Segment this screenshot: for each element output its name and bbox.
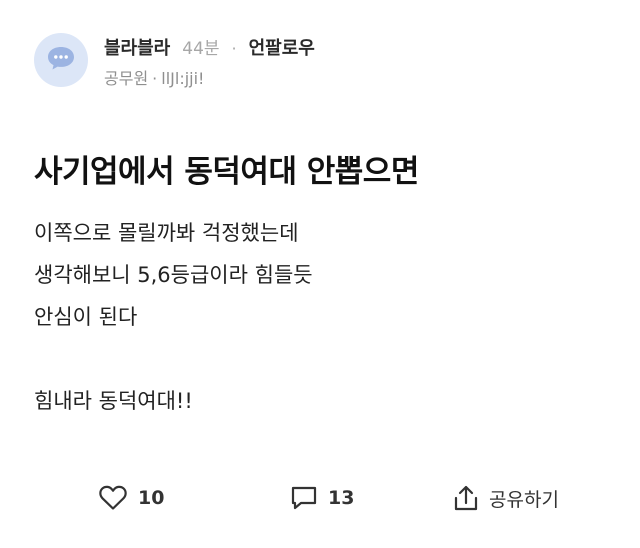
share-label: 공유하기 (489, 488, 559, 511)
meta-separator: · (152, 69, 158, 88)
post-page: 블라블라 44분 · 언팔로우 공무원 · llJl:jji! 사기업에서 동덕… (0, 0, 640, 548)
separator-dot: · (231, 39, 237, 58)
author-meta: 공무원 · llJl:jji! (104, 65, 204, 89)
share-button[interactable]: 공유하기 (453, 480, 559, 516)
author-row: 블라블라 44분 · 언팔로우 (104, 34, 315, 60)
post-time: 44분 (182, 39, 220, 59)
author-avatar[interactable] (34, 33, 88, 87)
unfollow-button[interactable]: 언팔로우 (249, 34, 315, 60)
post-body: 이쪽으로 몰릴까봐 걱정했는데 생각해보니 5,6등급이라 힘들듯 안심이 된다… (34, 212, 313, 422)
author-job: 공무원 (104, 69, 149, 88)
share-icon (453, 484, 479, 512)
post-body-line: 안심이 된다 (34, 305, 138, 329)
like-button[interactable]: 10 (98, 480, 164, 516)
author-nickname: llJl:jji! (161, 69, 205, 88)
comment-count: 13 (328, 487, 355, 509)
heart-icon (98, 485, 128, 511)
like-count: 10 (138, 487, 165, 509)
author-name[interactable]: 블라블라 (104, 34, 170, 60)
speech-bubble-icon (46, 44, 76, 76)
comment-button[interactable]: 13 (290, 480, 354, 516)
post-body-line (34, 338, 313, 380)
post-body-line: 생각해보니 5,6등급이라 힘들듯 (34, 263, 313, 287)
post-title: 사기업에서 동덕여대 안뽑으면 (34, 154, 419, 190)
comment-icon (290, 485, 318, 511)
post-body-line: 힘내라 동덕여대!! (34, 389, 193, 413)
post-body-line: 이쪽으로 몰릴까봐 걱정했는데 (34, 221, 299, 245)
